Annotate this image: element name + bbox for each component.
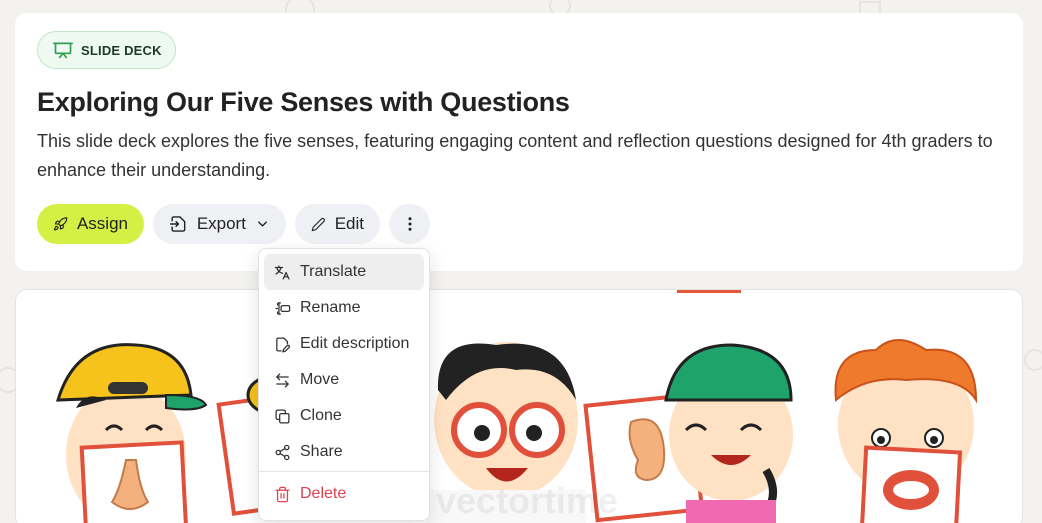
share-icon	[275, 444, 290, 460]
edit-button[interactable]: Edit	[295, 204, 380, 244]
slide-deck-badge: SLIDE DECK	[37, 31, 176, 69]
menu-item-label: Share	[300, 443, 343, 460]
menu-item-label: Edit description	[300, 335, 410, 352]
preview-watermark: vectortime	[436, 480, 619, 521]
move-icon	[276, 372, 289, 388]
badge-label: SLIDE DECK	[81, 42, 162, 58]
assign-label: Assign	[76, 214, 128, 233]
page-description: This slide deck explores the five senses…	[37, 131, 993, 180]
clone-icon	[275, 408, 290, 424]
more-options-button[interactable]	[389, 204, 430, 244]
edit-description-icon	[276, 336, 290, 353]
chevron-down-icon	[258, 221, 267, 227]
export-icon	[169, 216, 186, 232]
more-vertical-icon	[408, 217, 411, 231]
trash-icon	[275, 486, 290, 502]
menu-item-label: Rename	[300, 299, 361, 316]
rocket-icon	[53, 217, 68, 231]
action-bar: Assign Export Edit	[37, 204, 430, 244]
pencil-icon	[311, 217, 325, 231]
menu-item-translate[interactable]: Translate	[264, 254, 424, 290]
menu-item-rename[interactable]: Rename	[264, 290, 424, 326]
menu-item-share[interactable]: Share	[264, 434, 424, 470]
export-dropdown-button[interactable]: Export	[153, 204, 286, 244]
slide-preview[interactable]: vectortime	[15, 289, 1023, 523]
assign-button[interactable]: Assign	[37, 204, 144, 244]
menu-item-label: Delete	[300, 485, 347, 502]
menu-item-edit-description[interactable]: Edit description	[264, 326, 424, 362]
more-options-menu: Translate Rename Edit description Move C…	[258, 248, 430, 521]
export-label: Export	[196, 214, 246, 233]
kid-nose-illustration	[55, 343, 208, 523]
menu-item-label: Move	[300, 371, 340, 388]
menu-item-label: Translate	[300, 263, 367, 280]
resource-header-card: SLIDE DECK Exploring Our Five Senses wit…	[15, 13, 1023, 271]
rename-icon	[275, 301, 291, 315]
active-slide-indicator	[677, 290, 741, 293]
menu-item-clone[interactable]: Clone	[264, 398, 424, 434]
menu-item-label: Clone	[300, 407, 342, 424]
translate-icon	[274, 264, 290, 280]
presentation-icon	[53, 42, 73, 59]
menu-divider	[259, 471, 429, 472]
menu-item-move[interactable]: Move	[264, 362, 424, 398]
edit-label: Edit	[334, 214, 364, 233]
kid-mouth-illustration	[834, 339, 978, 523]
menu-item-delete[interactable]: Delete	[264, 476, 424, 512]
page-title: Exploring Our Five Senses with Questions	[37, 87, 570, 117]
